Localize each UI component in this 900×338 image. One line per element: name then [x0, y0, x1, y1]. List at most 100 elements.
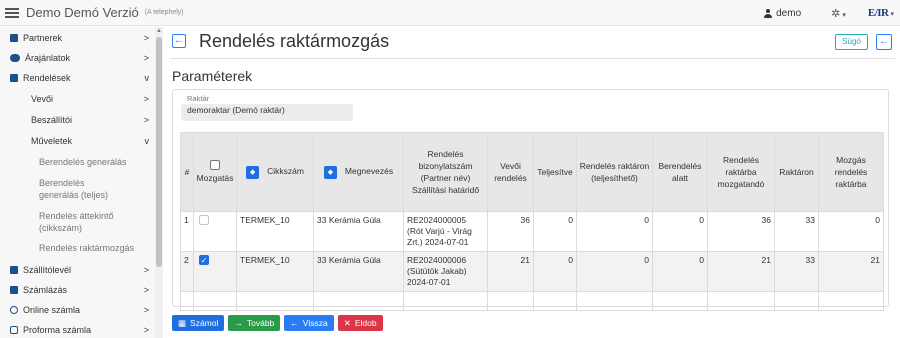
sidebar-item-label: Műveletek — [31, 136, 73, 146]
cell-in-stock: 33 — [774, 251, 819, 292]
table-row[interactable]: 2 ✓ TERMEK_10 33 Kerámia Gúla RE20240000… — [180, 251, 884, 292]
col-move-label: Mozgatás — [196, 173, 234, 183]
section-title: Paraméterek — [172, 68, 253, 84]
cell-move-to-stock: 0 — [818, 211, 884, 252]
main-content: ← Rendelés raktármozgás Súgó ← Paraméter… — [164, 27, 900, 338]
col-fulfilled: Teljesítve — [533, 132, 577, 212]
page-title: Rendelés raktármozgás — [199, 31, 390, 51]
col-name-label: Megnevezés — [344, 166, 394, 177]
cell-order-in-stock: 0 — [576, 251, 653, 292]
back-arrow-button[interactable]: ← — [172, 34, 186, 48]
sidebar-scrollbar-thumb[interactable] — [156, 37, 162, 267]
next-button[interactable]: → Tovább — [228, 315, 281, 331]
chevron-right-icon: > — [143, 305, 149, 315]
sidebar-item-berendeles-generalas-teljes[interactable]: Berendelés generálás (teljes) — [0, 177, 115, 201]
cell-move[interactable] — [193, 211, 237, 252]
sidebar-item-label: Rendelések — [23, 73, 71, 83]
gear-icon: ✲ — [831, 7, 841, 20]
sidebar-item-rendeles-attekinto[interactable]: Rendelés áttekintő (cikkszám) — [0, 210, 120, 234]
sidebar-item-rendelesek[interactable]: Rendelések v — [0, 68, 155, 88]
settings-menu[interactable]: ✲ ▾ — [831, 7, 846, 20]
parameters-card: Raktár demoraktar (Demó raktár) # Mozgat… — [172, 89, 889, 311]
user-name: demo — [776, 7, 802, 19]
sidebar-item-partnerek[interactable]: Partnerek > — [0, 28, 155, 48]
sidebar-item-label: Számlázás — [23, 285, 68, 295]
app-subtitle: (A telephely) — [144, 9, 184, 16]
discard-button[interactable]: ✕ Eldob — [337, 315, 383, 331]
back-button-bottom[interactable]: ← Vissza — [284, 315, 334, 331]
people-icon — [10, 54, 20, 62]
table-header-row: # Mozgatás ◆ Cikkszám ◆ Megnevezés Rendelé… — [180, 132, 884, 212]
col-in-stock: Raktáron — [774, 132, 819, 212]
sidebar-item-arajanlatok[interactable]: Árajánlatok > — [0, 48, 155, 68]
chevron-right-icon: > — [143, 115, 149, 125]
cell-name: 33 Kerámia Gúla — [313, 211, 404, 252]
logo-menu[interactable]: E/IR ▾ — [868, 7, 894, 19]
address-book-icon — [10, 34, 18, 42]
cell-order: RE2024000005 (Rót Varjú - Virág Zrt.) 20… — [403, 211, 488, 252]
cell-order: RE2024000006 (Sütütök Jakab) 2024-07-01 — [403, 251, 488, 292]
sidebar-item-proforma-szamla[interactable]: Proforma számla > — [0, 320, 155, 338]
sidebar-item-online-szamla[interactable]: Online számla > — [0, 300, 155, 320]
arrow-left-icon: ← — [290, 318, 299, 328]
sidebar-item-label: Árajánlatok — [25, 53, 71, 63]
arrow-left-icon: ← — [174, 35, 184, 46]
col-item-no[interactable]: ◆ Cikkszám — [236, 132, 314, 212]
col-index: # — [180, 132, 194, 212]
sidebar-item-vevoi[interactable]: Vevői > — [0, 89, 155, 109]
col-move-to-stock: Mozgás rendelés raktárba — [818, 132, 884, 212]
sidebar-item-label: Beszállítói — [31, 115, 73, 125]
cell-name: 33 Kerámia Gúla — [313, 251, 404, 292]
col-to-move: Rendelés raktárba mozgatandó — [707, 132, 775, 212]
sidebar-item-label: Rendelés raktármozgás — [39, 243, 135, 253]
warehouse-field[interactable]: demoraktar (Demó raktár) — [181, 104, 353, 121]
stock-movement-table: # Mozgatás ◆ Cikkszám ◆ Megnevezés Rendelé… — [180, 132, 884, 311]
table-row[interactable]: 1 TERMEK_10 33 Kerámia Gúla RE2024000005… — [180, 211, 884, 252]
hamburger-menu-icon[interactable] — [5, 7, 19, 18]
col-order-in-stock: Rendelés raktáron (teljesíthető) — [576, 132, 653, 212]
app-title[interactable]: Demo Demó Verzió — [26, 5, 139, 20]
truck-icon — [10, 266, 18, 274]
sort-icon[interactable]: ◆ — [323, 165, 337, 179]
sidebar-item-label: Vevői — [31, 94, 54, 104]
sidebar-item-szallitolevel[interactable]: Szállítólevél > — [0, 260, 155, 280]
col-item-no-label: Cikkszám — [267, 166, 304, 177]
cell-in-stock: 33 — [774, 211, 819, 252]
sidebar-item-muveletek[interactable]: Műveletek v — [0, 131, 155, 151]
sidebar-item-beszallitoi[interactable]: Beszállítói > — [0, 110, 155, 130]
document-outline-icon — [10, 326, 18, 334]
sidebar-item-label: Szállítólevél — [23, 265, 72, 275]
col-name[interactable]: ◆ Megnevezés — [313, 132, 404, 212]
chevron-right-icon: > — [143, 94, 149, 104]
cell-to-move: 36 — [707, 211, 775, 252]
user-menu[interactable]: demo — [764, 8, 801, 19]
cell-move-to-stock: 21 — [818, 251, 884, 292]
col-move[interactable]: Mozgatás — [193, 132, 237, 212]
chevron-right-icon: > — [143, 265, 149, 275]
scroll-up-arrow-icon[interactable]: ▲ — [156, 28, 162, 34]
row-checkbox-checked[interactable]: ✓ — [199, 255, 209, 265]
calculator-icon: ▦ — [178, 318, 187, 328]
col-order: Rendelés bizonylatszám (Partner név) Szá… — [403, 132, 488, 212]
help-button[interactable]: Súgó — [835, 34, 868, 50]
chevron-down-icon: ▾ — [890, 11, 894, 18]
chevron-right-icon: > — [143, 285, 149, 295]
cell-item-no: TERMEK_10 — [236, 251, 314, 292]
close-icon: ✕ — [343, 318, 351, 328]
sidebar-item-rendeles-raktarmozgas[interactable]: Rendelés raktármozgás — [0, 242, 150, 254]
arrow-right-icon: → — [234, 318, 243, 328]
calculate-button[interactable]: ▦ Számol — [172, 315, 225, 331]
sort-icon[interactable]: ◆ — [246, 165, 260, 179]
chevron-down-icon: v — [144, 136, 150, 146]
warehouse-label: Raktár — [187, 94, 210, 103]
sidebar-item-berendeles-generalas[interactable]: Berendelés generálás — [0, 156, 155, 168]
cell-customer-order: 36 — [487, 211, 534, 252]
col-ordering: Berendelés alatt — [652, 132, 708, 212]
cell-move[interactable]: ✓ — [193, 251, 237, 292]
sidebar-item-label: Rendelés áttekintő (cikkszám) — [39, 211, 114, 233]
back-button[interactable]: ← — [876, 34, 892, 50]
cell-fulfilled: 0 — [533, 251, 577, 292]
select-all-checkbox[interactable] — [210, 160, 220, 170]
row-checkbox[interactable] — [199, 215, 209, 225]
sidebar-item-szamlazas[interactable]: Számlázás > — [0, 280, 155, 300]
